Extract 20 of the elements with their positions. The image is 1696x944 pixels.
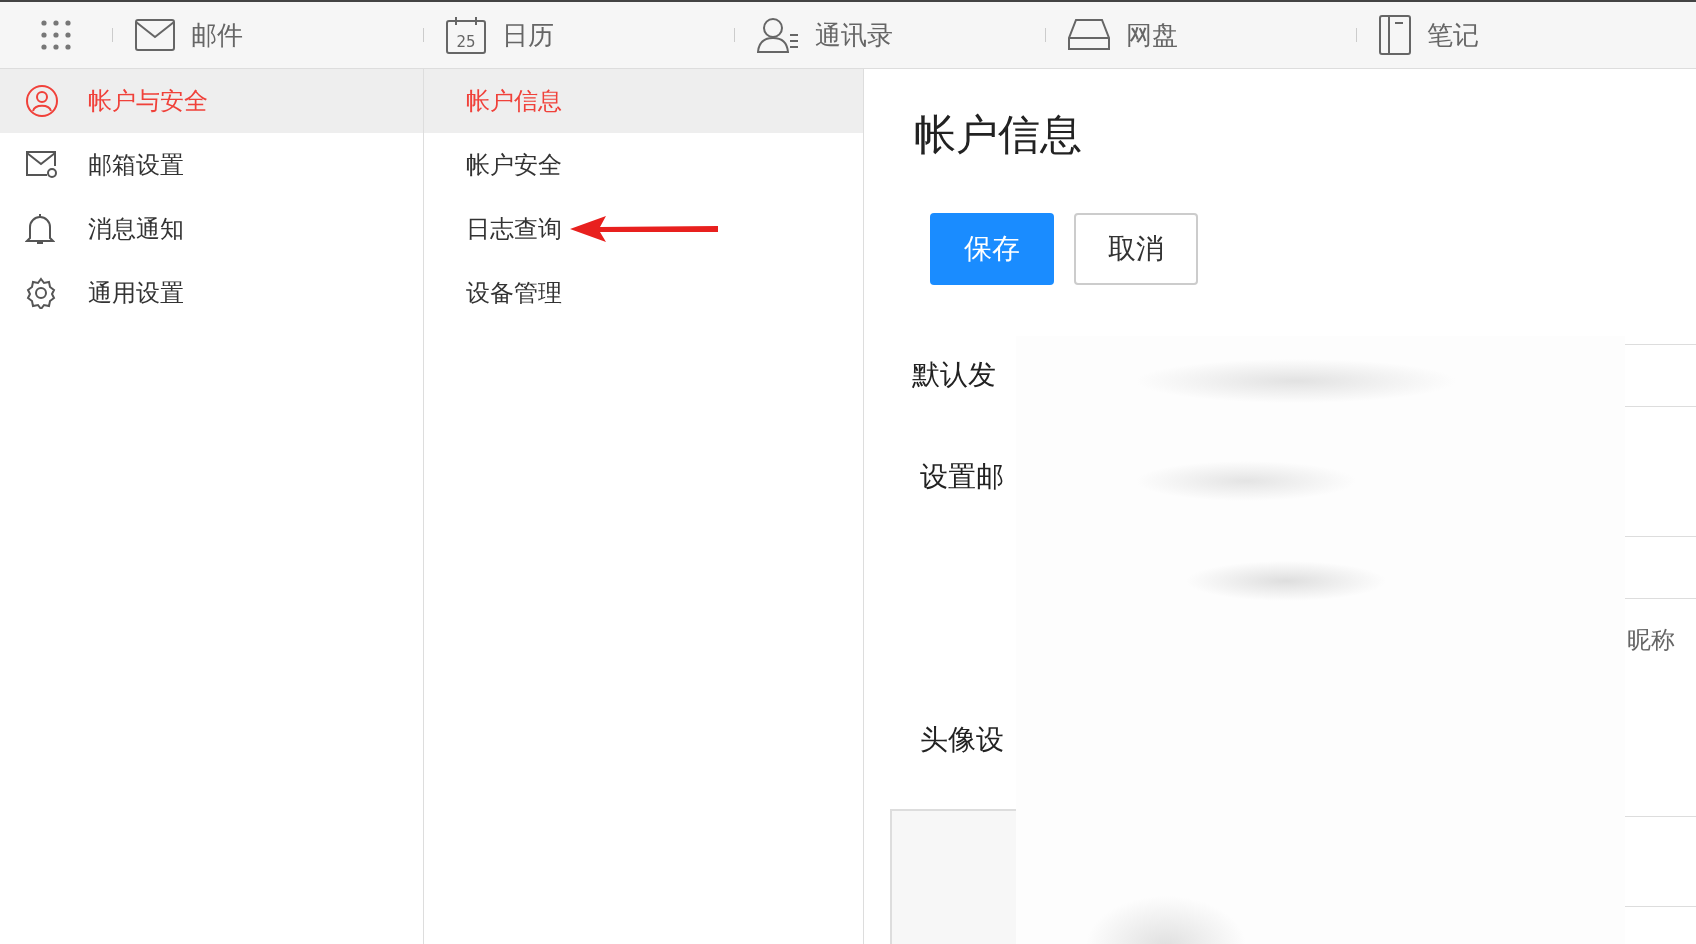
sidebar-item[interactable]: 消息通知	[0, 197, 423, 261]
submenu-item[interactable]: 帐户安全	[424, 133, 863, 197]
submenu-item[interactable]: 日志查询	[424, 197, 863, 261]
nav-tab[interactable]: 日历	[502, 17, 554, 53]
cancel-button[interactable]: 取消	[1074, 213, 1198, 285]
field-label: 昵称	[1627, 625, 1675, 656]
field-label: 默认发	[912, 357, 996, 393]
field-label: 设置邮	[920, 459, 1004, 495]
submenu-item[interactable]: 帐户信息	[424, 69, 863, 133]
sidebar-item[interactable]: 通用设置	[0, 261, 423, 325]
nav-tab[interactable]: 笔记	[1427, 17, 1479, 53]
field-label: 头像设	[920, 722, 1004, 758]
save-button[interactable]: 保存	[930, 213, 1054, 285]
submenu-item[interactable]: 设备管理	[424, 261, 863, 325]
nav-tab[interactable]: 网盘	[1126, 17, 1178, 53]
nav-tab[interactable]: 通讯录	[815, 17, 893, 53]
sidebar-item[interactable]: 帐户与安全	[0, 69, 423, 133]
sidebar-item[interactable]: 邮箱设置	[0, 133, 423, 197]
page-title: 帐户信息	[914, 109, 1083, 161]
nav-tab[interactable]: 邮件	[191, 17, 243, 53]
